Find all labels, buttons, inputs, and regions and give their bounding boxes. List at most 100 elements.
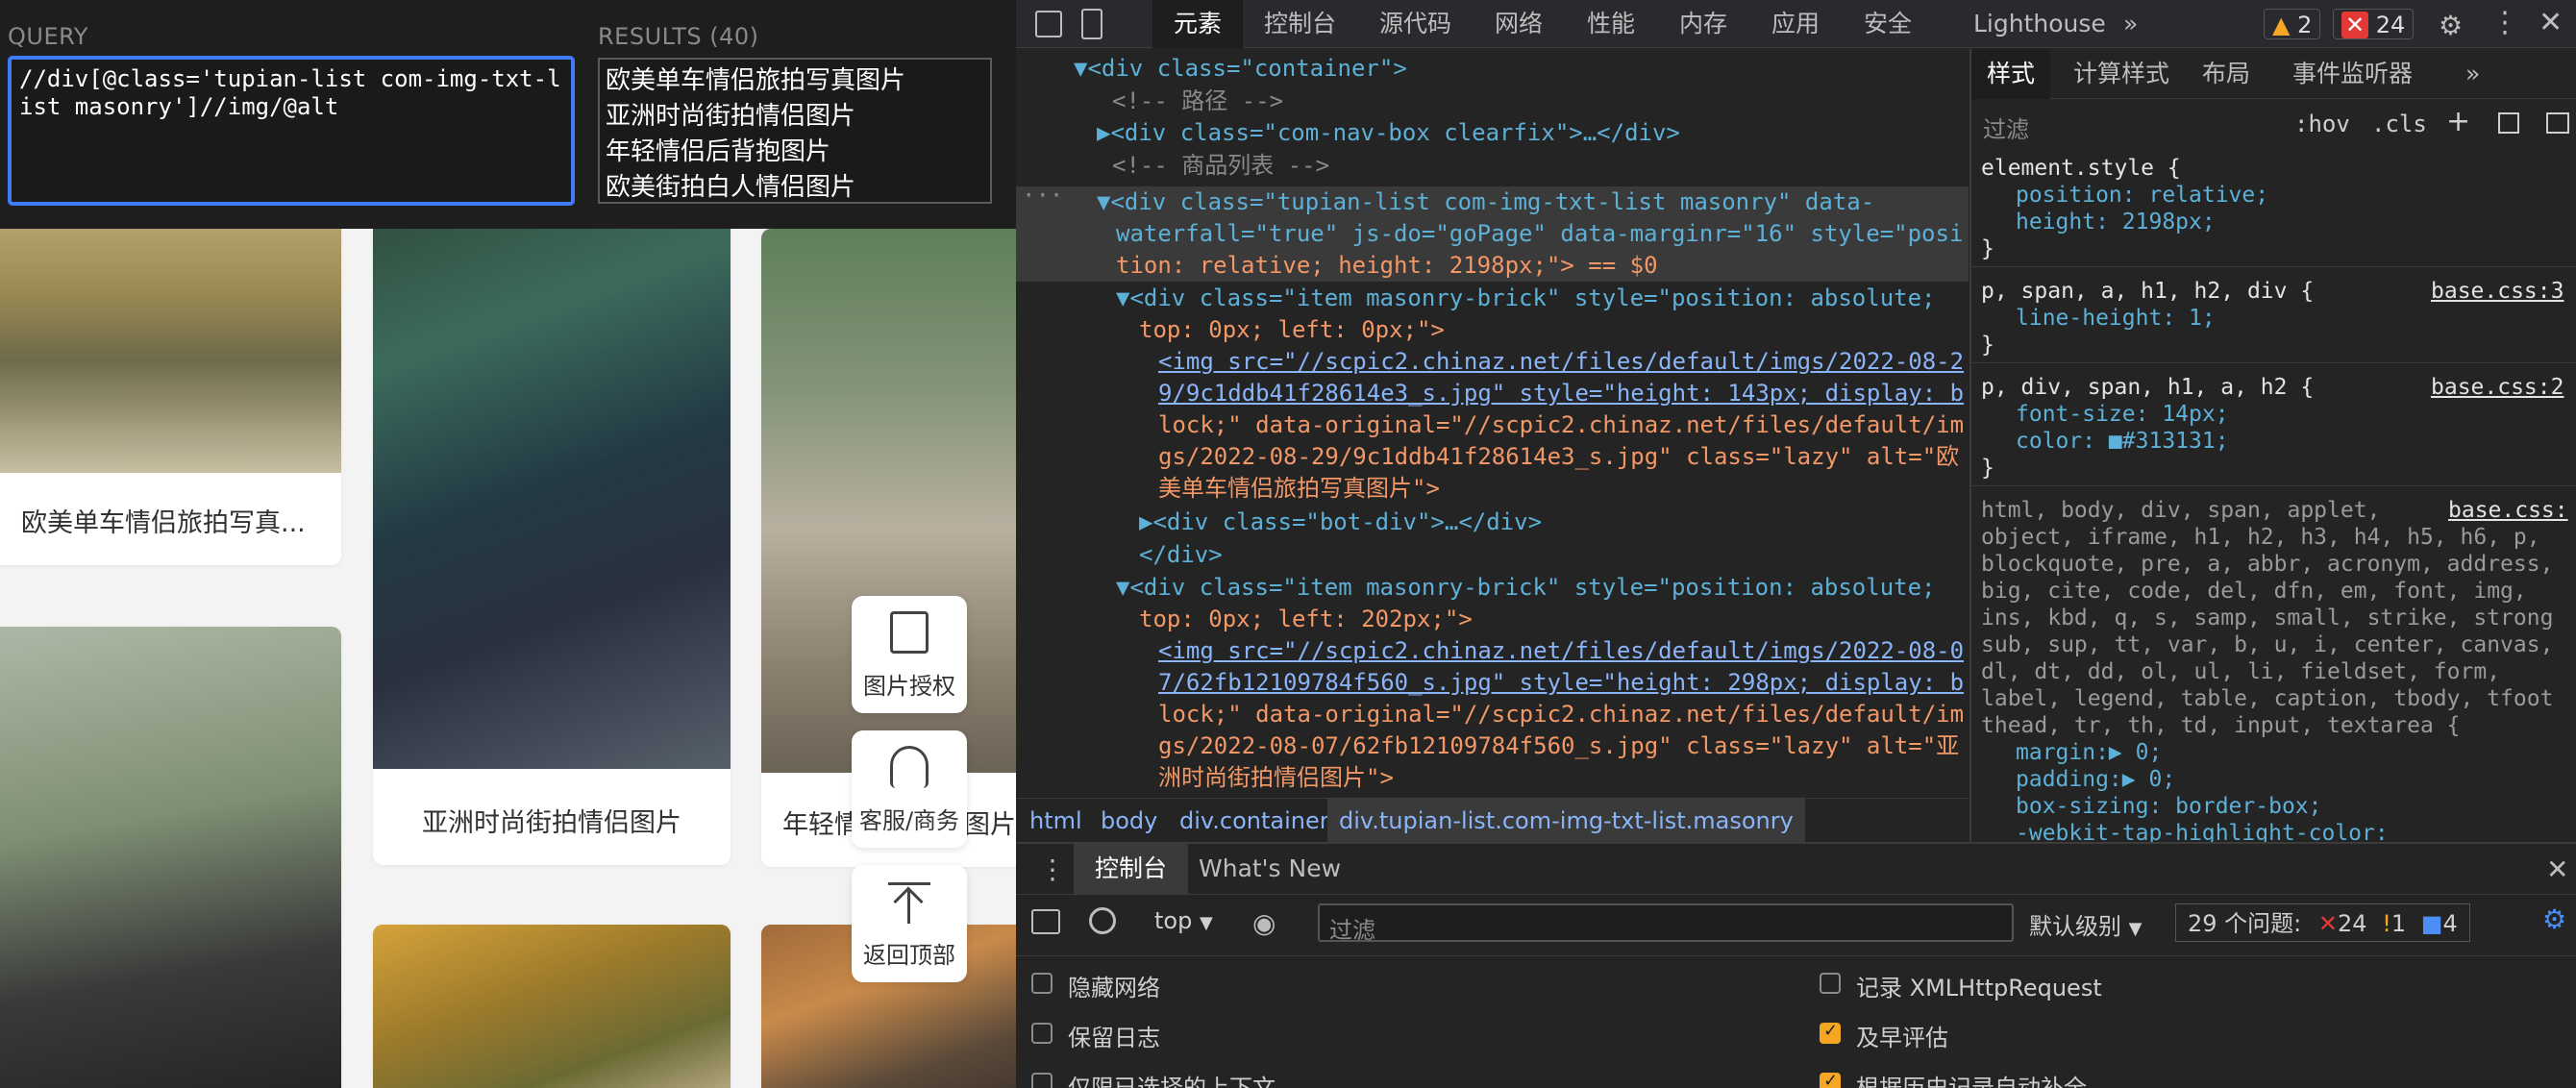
- dom-node[interactable]: top: 0px; left: 0px;">: [1139, 314, 1445, 346]
- hide-network-checkbox[interactable]: [1031, 973, 1053, 994]
- card-caption[interactable]: 欧美单车情侣旅拍写真...: [0, 502, 341, 539]
- dom-node[interactable]: ▶<div class="bot-div">…</div>: [1139, 507, 1542, 538]
- dom-node[interactable]: ▶<div class="com-nav-box clearfix">…</di…: [1097, 117, 1680, 149]
- result-item[interactable]: 年轻情侣后背抱图片: [606, 135, 984, 170]
- selected-context-only-checkbox[interactable]: [1031, 1073, 1053, 1088]
- tab-elements[interactable]: 元素: [1152, 0, 1244, 48]
- add-rule-icon[interactable]: +: [2446, 105, 2470, 138]
- style-property[interactable]: height: 2198px;: [2016, 209, 2216, 235]
- dom-node[interactable]: top: 0px; left: 202px;">: [1139, 604, 1473, 635]
- clear-console-icon[interactable]: [1089, 907, 1116, 934]
- style-property[interactable]: margin:▶ 0;: [2016, 739, 2162, 766]
- result-item[interactable]: 欧美街拍白人情侣图片: [606, 170, 984, 202]
- style-rule-selector[interactable]: blockquote, pre, a, abbr, acronym, addre…: [1981, 551, 2553, 578]
- dom-node-selected[interactable]: waterfall="true" js-do="goPage" data-mar…: [1116, 218, 1963, 250]
- style-source-link[interactable]: base.css:: [2448, 497, 2568, 524]
- drawer-menu-icon[interactable]: ⋮: [1039, 853, 1066, 885]
- dom-node[interactable]: 7/62fb12109784f560_s.jpg" style="height:…: [1158, 667, 1964, 699]
- errors-badge[interactable]: ✕ 24: [2333, 9, 2415, 39]
- dom-node[interactable]: gs/2022-08-07/62fb12109784f560_s.jpg" cl…: [1158, 730, 1959, 762]
- close-devtools-icon[interactable]: ✕: [2539, 6, 2563, 39]
- style-property[interactable]: color: ■#313131;: [2016, 428, 2229, 455]
- style-rule-selector[interactable]: label, legend, table, caption, tbody, tf…: [1981, 685, 2553, 712]
- style-rule-selector[interactable]: sub, sup, tt, var, b, u, i, center, canv…: [1981, 631, 2553, 658]
- tab-sources[interactable]: 源代码: [1379, 0, 1451, 48]
- style-rule-selector[interactable]: dl, dt, dd, ol, ul, li, fieldset, form,: [1981, 658, 2500, 685]
- style-rule-selector[interactable]: p, div, span, h1, a, h2 {: [1981, 374, 2314, 401]
- xpath-query-input[interactable]: //div[@class='tupian-list com-img-txt-li…: [8, 56, 575, 206]
- tab-event-listeners[interactable]: 事件监听器: [2292, 49, 2413, 99]
- dom-node[interactable]: </div>: [1139, 539, 1223, 571]
- dom-node[interactable]: <img src="//scpic2.chinaz.net/files/defa…: [1158, 346, 1964, 378]
- back-to-top-button[interactable]: 返回顶部: [852, 865, 967, 982]
- breadcrumb-item[interactable]: div.container: [1179, 799, 1329, 843]
- dom-node[interactable]: lock;" data-original="//scpic2.chinaz.ne…: [1158, 409, 1964, 441]
- dom-comment[interactable]: <!-- 路径 -->: [1112, 86, 1283, 117]
- tab-computed[interactable]: 计算样式: [2073, 49, 2169, 99]
- inspect-element-icon[interactable]: [1035, 11, 1062, 37]
- eye-icon[interactable]: ◉: [1252, 907, 1276, 939]
- style-rule-selector[interactable]: html, body, div, span, applet,: [1981, 497, 2380, 524]
- tab-network[interactable]: 网络: [1495, 0, 1543, 48]
- more-tabs-icon[interactable]: »: [2465, 49, 2480, 99]
- dom-node[interactable]: ▼<div class="container">: [1074, 53, 1407, 85]
- sidebar-toggle-icon[interactable]: [1031, 909, 1060, 934]
- autocomplete-history-checkbox[interactable]: ✓: [1820, 1071, 1841, 1088]
- breadcrumb-item-active[interactable]: div.tupian-list.com-img-txt-list.masonry: [1327, 799, 1805, 843]
- node-ellipsis-icon[interactable]: ···: [1022, 180, 1063, 211]
- results-list[interactable]: 欧美单车情侣旅拍写真图片 亚洲时尚街拍情侣图片 年轻情侣后背抱图片 欧美街拍白人…: [598, 58, 992, 204]
- card-photo[interactable]: [0, 192, 341, 473]
- more-tabs-icon[interactable]: »: [2123, 0, 2138, 48]
- tab-styles[interactable]: 样式: [1971, 49, 2051, 99]
- log-xhr-checkbox[interactable]: [1820, 973, 1841, 994]
- card-photo[interactable]: [373, 192, 731, 769]
- dom-node-selected[interactable]: tion: relative; height: 2198px;"> == $0: [1116, 250, 1658, 282]
- dom-node[interactable]: gs/2022-08-29/9c1ddb41f28614e3_s.jpg" cl…: [1158, 441, 1959, 473]
- breadcrumb-item[interactable]: html: [1029, 799, 1082, 843]
- issues-counter[interactable]: 29 个问题: ✕24 !1 ■4: [2175, 903, 2470, 942]
- tab-whats-new[interactable]: What's New: [1199, 844, 1341, 894]
- dom-node[interactable]: 美单车情侣旅拍写真图片">: [1158, 473, 1440, 505]
- card-caption[interactable]: 亚洲时尚街拍情侣图片: [373, 802, 731, 839]
- sidebar-toggle-icon[interactable]: [2546, 112, 2569, 134]
- console-filter-input[interactable]: 过滤: [1318, 903, 2014, 944]
- tab-application[interactable]: 应用: [1771, 0, 1820, 48]
- dom-node-selected[interactable]: ▼<div class="tupian-list com-img-txt-lis…: [1097, 186, 1874, 218]
- cls-toggle[interactable]: .cls: [2371, 111, 2427, 137]
- eager-evaluation-checkbox[interactable]: ✓: [1820, 1021, 1841, 1044]
- image-license-button[interactable]: 图片授权: [852, 596, 967, 713]
- breadcrumb-item[interactable]: body: [1101, 799, 1157, 843]
- style-rule-selector[interactable]: element.style {: [1981, 155, 2181, 182]
- tab-memory[interactable]: 内存: [1679, 0, 1727, 48]
- tab-lighthouse[interactable]: Lighthouse: [1973, 0, 2106, 48]
- result-item[interactable]: 亚洲时尚街拍情侣图片: [606, 99, 984, 135]
- image-card[interactable]: 亚洲时尚街拍情侣图片: [373, 192, 731, 865]
- style-source-link[interactable]: base.css:3: [2431, 278, 2564, 305]
- style-property[interactable]: box-sizing: border-box;: [2016, 793, 2322, 820]
- dom-node[interactable]: 洲时尚街拍情侣图片">: [1158, 762, 1394, 794]
- paint-icon[interactable]: [2498, 112, 2519, 134]
- dom-node[interactable]: lock;" data-original="//scpic2.chinaz.ne…: [1158, 699, 1964, 730]
- console-settings-gear-icon[interactable]: ⚙: [2542, 903, 2566, 935]
- tab-console[interactable]: 控制台: [1264, 0, 1336, 48]
- preserve-log-checkbox[interactable]: [1031, 1023, 1053, 1044]
- device-toolbar-icon[interactable]: [1081, 9, 1102, 39]
- tab-security[interactable]: 安全: [1864, 0, 1912, 48]
- card-photo[interactable]: [373, 925, 731, 1088]
- style-property[interactable]: font-size: 14px;: [2016, 401, 2229, 428]
- warnings-badge[interactable]: ▲ 2: [2264, 9, 2321, 39]
- style-property[interactable]: line-height: 1;: [2016, 305, 2216, 332]
- tab-layout[interactable]: 布局: [2202, 49, 2250, 99]
- image-card[interactable]: [0, 627, 341, 1088]
- log-level-selector[interactable]: 默认级别 ▼: [2029, 907, 2142, 941]
- style-property[interactable]: -webkit-tap-highlight-color:: [2016, 820, 2389, 842]
- style-source-link[interactable]: base.css:2: [2431, 374, 2564, 401]
- dom-node[interactable]: 9/9c1ddb41f28614e3_s.jpg" style="height:…: [1158, 378, 1964, 409]
- image-card[interactable]: [373, 925, 731, 1088]
- dom-node[interactable]: ▼<div class="item masonry-brick" style="…: [1116, 572, 1936, 604]
- style-rule-selector[interactable]: big, cite, code, del, dfn, em, font, img…: [1981, 578, 2527, 605]
- style-property[interactable]: padding:▶ 0;: [2016, 766, 2175, 793]
- card-photo[interactable]: [0, 627, 341, 1088]
- dom-node[interactable]: ▼<div class="item masonry-brick" style="…: [1116, 283, 1936, 314]
- style-rule-selector[interactable]: ins, kbd, q, s, samp, small, strike, str…: [1981, 605, 2553, 631]
